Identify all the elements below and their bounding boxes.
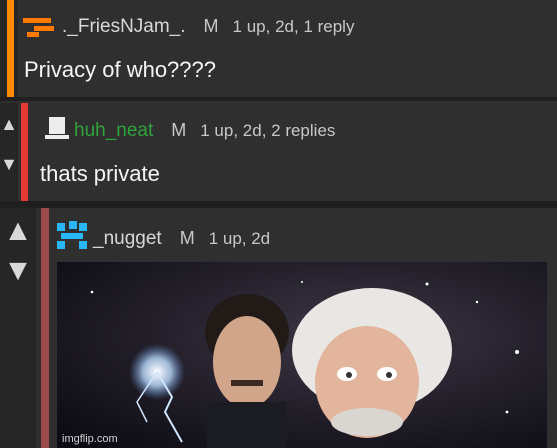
username[interactable]: ._FriesNJam_.	[62, 16, 186, 38]
thread-bar-orange	[7, 0, 14, 97]
divider	[0, 201, 557, 208]
comment-1: ._FriesNJam_. M 1 up, 2d, 1 reply Privac…	[0, 0, 557, 97]
username[interactable]: huh_neat	[74, 120, 153, 142]
comment-2-meta: huh_neat M 1 up, 2d, 2 replies	[44, 115, 335, 146]
comment-stats: 1 up, 2d, 2 replies	[200, 120, 336, 140]
downvote-icon[interactable]: ▼	[3, 256, 33, 286]
user-avatar-icon[interactable]	[22, 10, 58, 43]
mod-badge: M	[179, 228, 195, 248]
imgflip-watermark: imgflip.com	[62, 433, 118, 445]
username[interactable]: _nugget	[93, 228, 162, 250]
comment-stats: 1 up, 2d, 1 reply	[232, 16, 355, 36]
downvote-icon[interactable]: ▼	[0, 155, 18, 173]
comment-text: Privacy of who????	[24, 57, 216, 82]
divider	[0, 97, 557, 101]
comment-1-meta: ._FriesNJam_. M 1 up, 2d, 1 reply	[22, 10, 354, 43]
comment-image[interactable]: imgflip.com	[57, 262, 547, 448]
mod-badge: M	[171, 120, 187, 140]
comment-2: ▲ ▼ huh_neat M 1 up, 2d, 2 replies thats…	[0, 103, 557, 201]
user-avatar-icon[interactable]	[55, 221, 89, 256]
comment-3-meta: _nugget M 1 up, 2d	[55, 221, 270, 256]
comment-stats: 1 up, 2d	[208, 228, 271, 248]
thread-bar-dark-red	[41, 208, 49, 448]
mod-badge: M	[203, 16, 219, 36]
upvote-icon[interactable]: ▲	[3, 216, 33, 246]
vote-column: ▲ ▼	[0, 103, 18, 201]
meme-image-illustration	[57, 262, 547, 448]
thread-bar-red	[21, 103, 28, 201]
user-avatar-icon[interactable]	[44, 115, 70, 146]
comment-3: ▲ ▼ _nugget M 1 up, 2d imgflip.com	[0, 208, 557, 448]
vote-column: ▲ ▼	[0, 208, 36, 448]
comment-text: thats private	[40, 161, 160, 186]
upvote-icon[interactable]: ▲	[0, 115, 18, 133]
